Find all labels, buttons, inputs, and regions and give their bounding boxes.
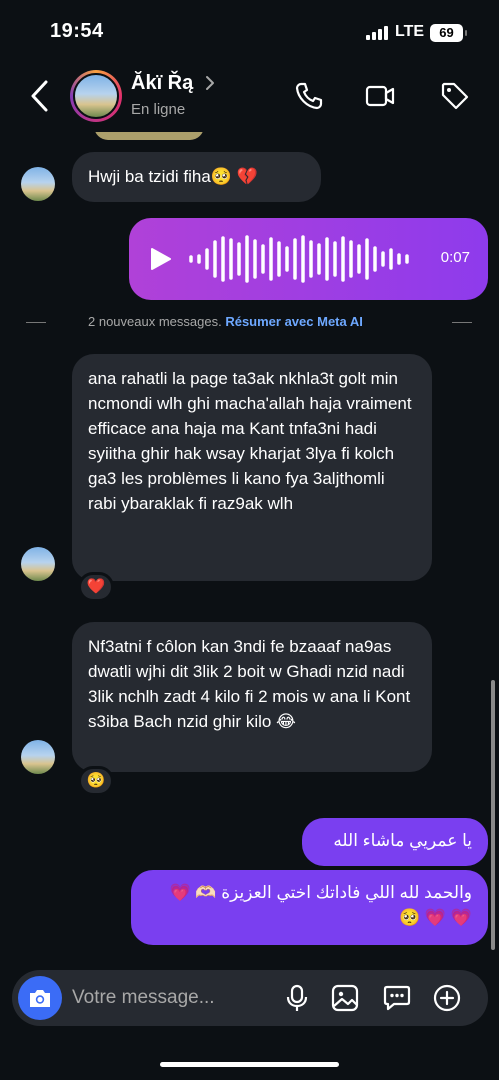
home-indicator[interactable] bbox=[160, 1062, 339, 1067]
gallery-icon[interactable] bbox=[330, 983, 360, 1013]
message-list[interactable]: Hwji ba tzidi fiha🥺 💔 0:07 2 nouveaux me… bbox=[0, 132, 499, 962]
sender-avatar[interactable] bbox=[21, 740, 55, 774]
new-messages-divider: 2 nouveaux messages. Résumer avec Meta A… bbox=[0, 312, 499, 334]
back-icon[interactable] bbox=[26, 78, 56, 114]
status-bar: 19:54 LTE 69 bbox=[0, 0, 499, 60]
message-composer: Votre message... bbox=[12, 970, 488, 1026]
contact-avatar[interactable] bbox=[70, 70, 122, 122]
microphone-icon[interactable] bbox=[282, 983, 312, 1013]
message-bubble-outgoing[interactable]: يا عمريي ماشاء الله bbox=[302, 818, 488, 866]
message-bubble-incoming[interactable]: ana rahatli la page ta3ak nkhla3t golt m… bbox=[72, 354, 432, 581]
battery-icon: 69 bbox=[430, 24, 467, 42]
sticker-icon[interactable] bbox=[382, 983, 412, 1013]
contact-status: En ligne bbox=[131, 101, 186, 118]
camera-icon bbox=[30, 990, 50, 1007]
message-bubble-outgoing[interactable]: والحمد لله اللي فاداتك اختي العزيزة 🫶🏻 💗… bbox=[131, 870, 488, 945]
divider-text: 2 nouveaux messages. bbox=[88, 314, 222, 329]
network-label: LTE bbox=[395, 23, 425, 40]
contact-name[interactable]: Ăkï Řą bbox=[131, 72, 193, 95]
phone-icon[interactable] bbox=[293, 80, 325, 112]
summarize-meta-ai-link[interactable]: Résumer avec Meta AI bbox=[225, 314, 363, 329]
plus-icon[interactable] bbox=[432, 983, 462, 1013]
sender-avatar[interactable] bbox=[21, 167, 55, 201]
previous-message bbox=[94, 132, 204, 140]
play-icon[interactable] bbox=[147, 246, 173, 272]
chevron-right-icon[interactable] bbox=[203, 74, 217, 92]
camera-button[interactable] bbox=[18, 976, 62, 1020]
reaction-pleading[interactable]: 🥺 bbox=[78, 766, 114, 796]
voice-message[interactable]: 0:07 bbox=[129, 218, 488, 300]
chat-header: Ăkï Řą En ligne bbox=[0, 60, 499, 132]
message-bubble-incoming[interactable]: Hwji ba tzidi fiha🥺 💔 bbox=[72, 152, 321, 202]
signal-icon bbox=[366, 26, 390, 40]
reaction-heart[interactable]: ❤️ bbox=[78, 572, 114, 602]
scrollbar[interactable] bbox=[491, 680, 495, 950]
message-input[interactable]: Votre message... bbox=[72, 987, 215, 1009]
sender-avatar[interactable] bbox=[21, 547, 55, 581]
status-time: 19:54 bbox=[50, 20, 104, 42]
message-bubble-incoming[interactable]: Nf3atni f côlon kan 3ndi fe bzaaaf na9as… bbox=[72, 622, 432, 772]
tag-icon[interactable] bbox=[439, 80, 471, 112]
voice-duration: 0:07 bbox=[440, 249, 470, 266]
video-icon[interactable] bbox=[364, 80, 396, 112]
